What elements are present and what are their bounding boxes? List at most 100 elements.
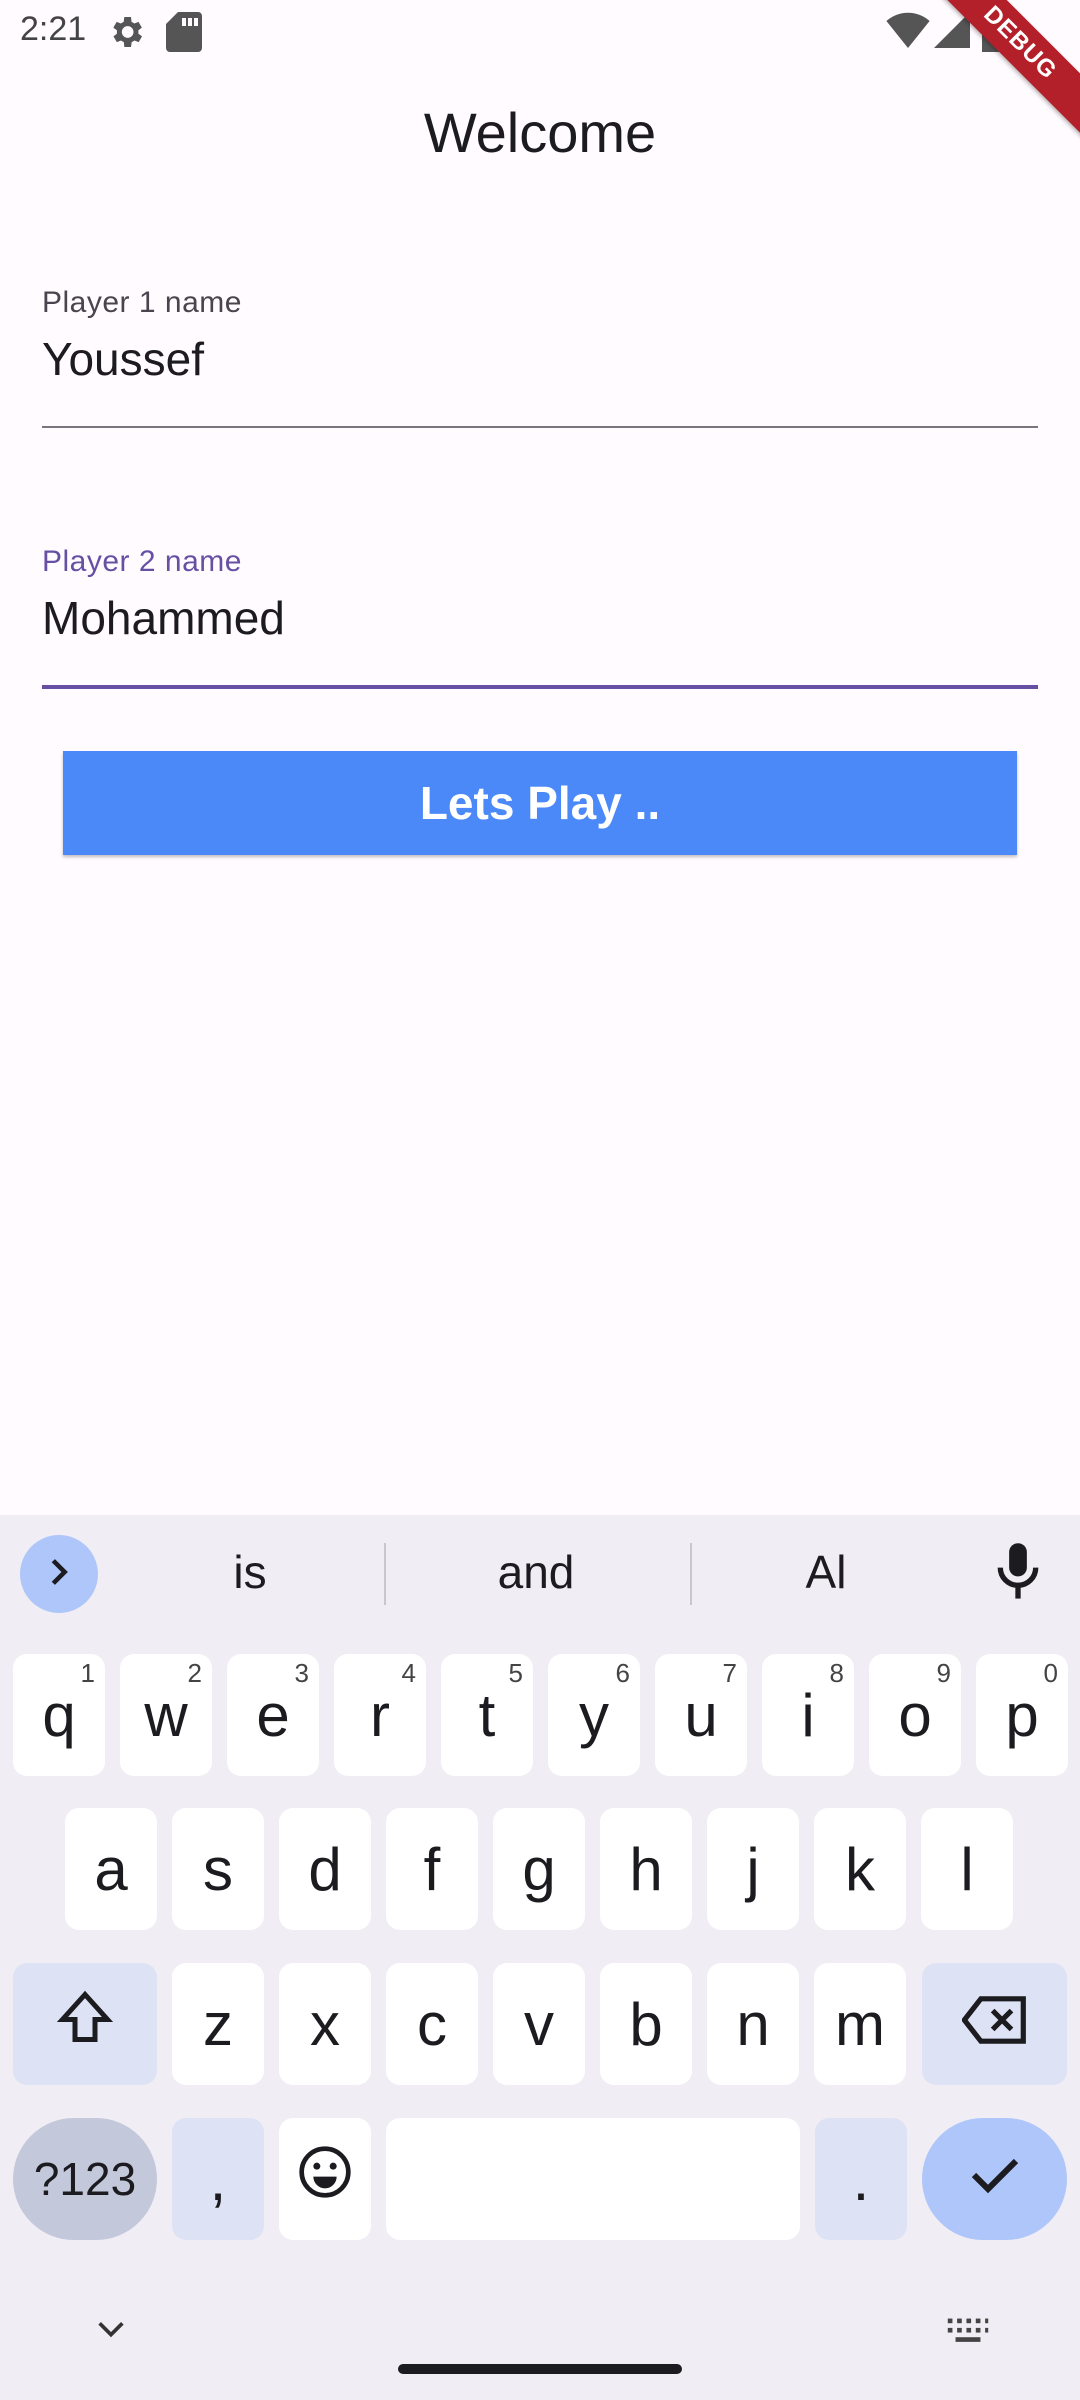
key-x-label: x (310, 1990, 340, 2058)
key-j-label: j (746, 1835, 760, 1903)
keyboard-nav-area (0, 2295, 1080, 2400)
emoji-key[interactable] (279, 2118, 371, 2240)
key-a-label: a (94, 1835, 128, 1903)
key-r-hint: 4 (401, 1658, 416, 1688)
key-d-label: d (308, 1835, 342, 1903)
key-x[interactable]: x (279, 1963, 371, 2085)
key-f-label: f (423, 1835, 441, 1903)
suggestion-divider (690, 1543, 692, 1605)
page-title: Welcome (423, 101, 657, 164)
status-bar: 2:21 DEBUG (0, 0, 1080, 150)
period-key[interactable]: . (815, 2118, 907, 2240)
key-t-label: t (478, 1681, 496, 1749)
key-r-label: r (370, 1681, 390, 1749)
key-o-label: o (898, 1681, 932, 1749)
key-y[interactable]: y6 (548, 1654, 640, 1776)
key-z-label: z (203, 1990, 233, 2058)
backspace-key[interactable] (922, 1963, 1067, 2085)
player2-name-field[interactable]: Player 2 name Mohammed (42, 545, 1038, 690)
key-h-label: h (629, 1835, 663, 1903)
key-k[interactable]: k (814, 1808, 906, 1930)
lets-play-button[interactable]: Lets Play .. (63, 751, 1017, 855)
key-k-label: k (845, 1835, 875, 1903)
key-t-hint: 5 (508, 1658, 523, 1688)
key-q-hint: 1 (80, 1658, 95, 1688)
wifi-icon (886, 12, 930, 53)
sd-card-icon (166, 12, 202, 57)
checkmark-icon (967, 2145, 1023, 2214)
key-m-label: m (835, 1990, 885, 2058)
key-q[interactable]: q1 (13, 1654, 105, 1776)
key-n[interactable]: n (707, 1963, 799, 2085)
key-u-hint: 7 (722, 1658, 737, 1688)
home-indicator[interactable] (398, 2364, 682, 2374)
key-p[interactable]: p0 (976, 1654, 1068, 1776)
key-q-label: q (42, 1681, 76, 1749)
player1-underline (42, 426, 1038, 428)
key-n-label: n (736, 1990, 770, 2058)
suggestion-2[interactable]: and (436, 1545, 636, 1599)
chevron-right-icon (42, 1555, 76, 1594)
key-y-hint: 6 (615, 1658, 630, 1688)
key-b-label: b (629, 1990, 663, 2058)
key-b[interactable]: b (600, 1963, 692, 2085)
player2-underline (42, 685, 1038, 689)
key-h[interactable]: h (600, 1808, 692, 1930)
suggestion-divider (384, 1543, 386, 1605)
mic-icon[interactable] (990, 1541, 1046, 1608)
key-w[interactable]: w2 (120, 1654, 212, 1776)
key-u-label: u (684, 1681, 718, 1749)
key-d[interactable]: d (279, 1808, 371, 1930)
key-w-hint: 2 (187, 1658, 202, 1688)
player2-name-label: Player 2 name (42, 545, 242, 578)
backspace-icon (960, 1990, 1028, 2059)
key-l[interactable]: l (921, 1808, 1013, 1930)
key-u[interactable]: u7 (655, 1654, 747, 1776)
player2-name-input[interactable]: Mohammed (42, 591, 1038, 645)
expand-toolbar-button[interactable] (20, 1535, 98, 1613)
player1-name-label: Player 1 name (42, 286, 242, 319)
key-g[interactable]: g (493, 1808, 585, 1930)
key-a[interactable]: a (65, 1808, 157, 1930)
suggestion-bar: is and Al (0, 1515, 1080, 1630)
shift-key[interactable] (13, 1963, 157, 2085)
key-s-label: s (203, 1835, 233, 1903)
player1-name-input[interactable]: Youssef (42, 332, 1038, 386)
key-e-label: e (256, 1681, 290, 1749)
key-i-hint: 8 (829, 1658, 844, 1688)
key-i[interactable]: i8 (762, 1654, 854, 1776)
key-w-label: w (144, 1681, 188, 1749)
key-f[interactable]: f (386, 1808, 478, 1930)
key-y-label: y (579, 1681, 609, 1749)
key-g-label: g (522, 1835, 556, 1903)
keyboard-switch-icon[interactable] (946, 2317, 990, 2350)
status-time: 2:21 (20, 10, 87, 48)
hide-keyboard-icon[interactable] (94, 2317, 128, 2346)
player1-name-field[interactable]: Player 1 name Youssef (42, 286, 1038, 429)
key-r[interactable]: r4 (334, 1654, 426, 1776)
key-z[interactable]: z (172, 1963, 264, 2085)
key-e-hint: 3 (294, 1658, 309, 1688)
settings-icon (106, 12, 146, 57)
suggestion-1[interactable]: is (150, 1545, 350, 1599)
key-o[interactable]: o9 (869, 1654, 961, 1776)
key-c[interactable]: c (386, 1963, 478, 2085)
key-c-label: c (417, 1990, 447, 2058)
key-p-hint: 0 (1043, 1658, 1058, 1688)
shift-icon (54, 1987, 116, 2061)
comma-key[interactable]: , (172, 2118, 264, 2240)
suggestion-3[interactable]: Al (726, 1545, 926, 1599)
done-key[interactable] (922, 2118, 1067, 2240)
key-t[interactable]: t5 (441, 1654, 533, 1776)
key-j[interactable]: j (707, 1808, 799, 1930)
key-i-label: i (801, 1681, 815, 1749)
key-l-label: l (960, 1835, 974, 1903)
key-v[interactable]: v (493, 1963, 585, 2085)
symbols-key[interactable]: ?123 (13, 2118, 157, 2240)
key-m[interactable]: m (814, 1963, 906, 2085)
key-v-label: v (524, 1990, 554, 2058)
key-e[interactable]: e3 (227, 1654, 319, 1776)
space-key[interactable] (386, 2118, 800, 2240)
key-o-hint: 9 (936, 1658, 951, 1688)
key-s[interactable]: s (172, 1808, 264, 1930)
